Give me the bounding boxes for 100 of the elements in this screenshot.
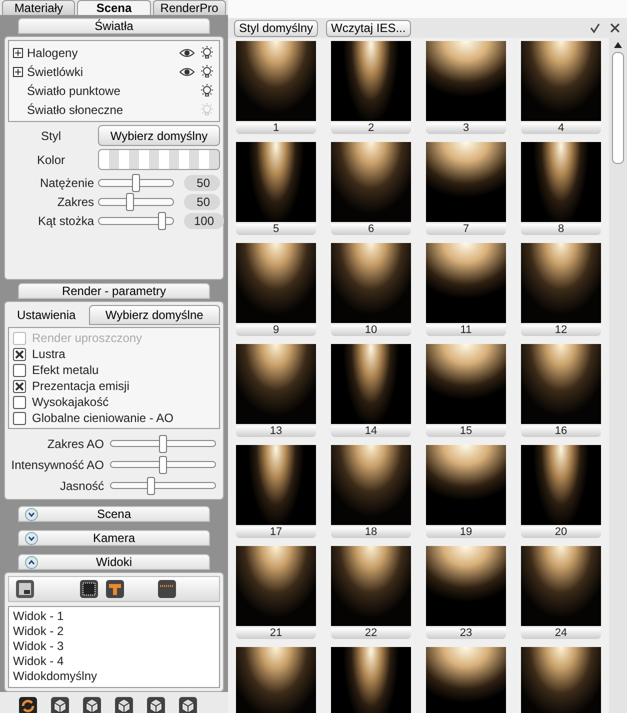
- light-cone-preview[interactable]: [331, 41, 411, 121]
- light-cone-preview[interactable]: [331, 647, 411, 713]
- eye-icon[interactable]: [179, 66, 195, 76]
- light-cone-preview[interactable]: [331, 243, 411, 323]
- light-cone-preview[interactable]: [236, 41, 316, 121]
- view-item[interactable]: Widok - 2: [13, 624, 215, 639]
- light-name[interactable]: Halogeny: [27, 46, 175, 60]
- preset-label: 20: [521, 527, 601, 538]
- tab[interactable]: Ustawienia: [8, 305, 85, 325]
- cube-icon[interactable]: [146, 696, 166, 713]
- light-name[interactable]: Świetlówki: [27, 64, 175, 78]
- preset-label: 13: [236, 426, 316, 437]
- preset-label: 15: [426, 426, 506, 437]
- floor-plan-icon[interactable]: [15, 579, 35, 599]
- expand-icon[interactable]: [13, 48, 23, 58]
- preset-label: 10: [331, 325, 411, 336]
- section-header[interactable]: Światła: [18, 18, 210, 34]
- color-swatch[interactable]: [98, 149, 220, 170]
- preset-label: 22: [331, 628, 411, 639]
- eye-icon[interactable]: [179, 48, 195, 58]
- cube-icon[interactable]: [178, 696, 198, 713]
- view-item[interactable]: Widok - 4: [13, 654, 215, 669]
- view-item[interactable]: Widok - 3: [13, 639, 215, 654]
- checkbox[interactable]: [13, 364, 26, 376]
- light-cone-preview[interactable]: [521, 142, 601, 222]
- light-cone-preview[interactable]: [236, 142, 316, 222]
- light-cone-preview[interactable]: [521, 546, 601, 626]
- section-header[interactable]: Render - parametry: [18, 283, 210, 299]
- tab[interactable]: Scena: [77, 0, 151, 15]
- toolbar-button[interactable]: Styl domyślny: [234, 20, 318, 36]
- slider-label: Kąt stożka: [36, 214, 94, 228]
- toolbar-button[interactable]: Wczytaj IES...: [326, 20, 411, 36]
- light-cone-preview[interactable]: [521, 445, 601, 525]
- frame-icon[interactable]: [79, 579, 99, 599]
- scrollbar[interactable]: [609, 38, 627, 713]
- slider-handle[interactable]: [158, 212, 166, 230]
- checkmark-icon[interactable]: [589, 22, 601, 34]
- section-header[interactable]: Kamera: [18, 530, 210, 546]
- light-cone-preview[interactable]: [426, 344, 506, 424]
- light-cone-preview[interactable]: [236, 546, 316, 626]
- light-cone-preview[interactable]: [426, 546, 506, 626]
- light-cone-preview[interactable]: [426, 142, 506, 222]
- close-icon[interactable]: [609, 22, 621, 34]
- light-cone-preview[interactable]: [521, 647, 601, 713]
- light-cone-preview[interactable]: [426, 243, 506, 323]
- slider-handle[interactable]: [159, 435, 167, 453]
- view-item[interactable]: Widokdomyślny: [13, 669, 215, 684]
- tab[interactable]: Wybierz domyślne: [88, 305, 220, 325]
- bulb-icon[interactable]: [199, 44, 215, 60]
- slider-handle[interactable]: [146, 477, 155, 495]
- checkbox[interactable]: [13, 396, 26, 408]
- preset-label: 9: [236, 325, 316, 336]
- light-cone-preview[interactable]: [521, 344, 601, 424]
- bulb-icon[interactable]: [199, 82, 215, 98]
- style-label: Styl: [40, 128, 62, 142]
- bulb-icon[interactable]: [199, 64, 215, 80]
- light-cone-preview[interactable]: [236, 445, 316, 525]
- light-cone-preview[interactable]: [426, 445, 506, 525]
- light-cone-preview[interactable]: [521, 41, 601, 121]
- light-cone-preview[interactable]: [236, 647, 316, 713]
- expand-icon[interactable]: [13, 66, 23, 76]
- default-style-button[interactable]: Wybierz domyślny: [98, 125, 220, 146]
- section-header[interactable]: Scena: [18, 506, 210, 522]
- preset-label: 8: [521, 224, 601, 235]
- light-cone-preview[interactable]: [521, 243, 601, 323]
- checkbox[interactable]: [13, 348, 26, 360]
- light-name[interactable]: Światło punktowe: [27, 84, 195, 98]
- wall-icon[interactable]: [105, 579, 125, 599]
- light-cone-preview[interactable]: [236, 243, 316, 323]
- tab[interactable]: RenderPro: [152, 0, 226, 15]
- light-cone-preview[interactable]: [331, 142, 411, 222]
- preset-label: 6: [331, 224, 411, 235]
- light-cone-preview[interactable]: [331, 445, 411, 525]
- light-name[interactable]: Światło słoneczne: [27, 102, 195, 116]
- section-header[interactable]: Widoki: [18, 554, 210, 570]
- checkbox[interactable]: [13, 412, 26, 424]
- tab[interactable]: Materiały: [2, 0, 76, 15]
- light-cone-preview[interactable]: [426, 41, 506, 121]
- preset-label: 1: [236, 123, 316, 134]
- checkbox[interactable]: [13, 380, 26, 392]
- cube-icon[interactable]: [82, 696, 102, 713]
- light-cone-preview[interactable]: [331, 546, 411, 626]
- preset-label: 16: [521, 426, 601, 437]
- preset-label: 12: [521, 325, 601, 336]
- light-cone-preview[interactable]: [426, 647, 506, 713]
- cube-icon[interactable]: [114, 696, 134, 713]
- light-cone-preview[interactable]: [331, 344, 411, 424]
- light-cone-preview[interactable]: [236, 344, 316, 424]
- slider-handle[interactable]: [132, 174, 140, 192]
- cube-icon[interactable]: [50, 696, 70, 713]
- view-item[interactable]: Widok - 1: [13, 609, 215, 624]
- scroll-up-icon[interactable]: [614, 42, 622, 48]
- refresh-icon[interactable]: [18, 696, 38, 713]
- scrollbar-thumb[interactable]: [612, 52, 624, 164]
- option-label: Prezentacja emisji: [32, 379, 130, 393]
- slider-handle[interactable]: [126, 192, 134, 210]
- preset-label: 21: [236, 628, 316, 639]
- preset-label: 2: [331, 123, 411, 134]
- ruler-icon[interactable]: [157, 579, 177, 599]
- slider-handle[interactable]: [159, 456, 167, 474]
